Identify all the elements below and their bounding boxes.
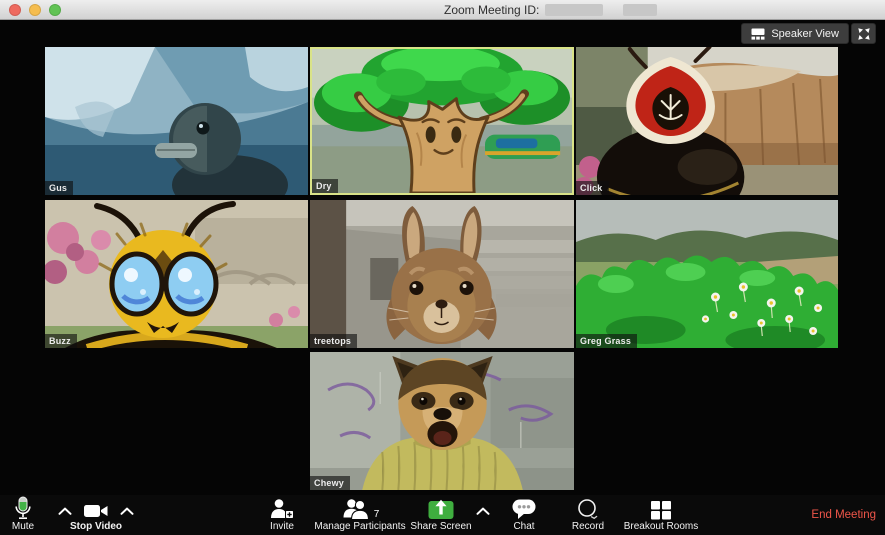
- breakout-rooms-button[interactable]: Breakout Rooms: [611, 498, 711, 532]
- end-meeting-label: End Meeting: [811, 509, 876, 521]
- chevron-up-icon: [476, 507, 490, 515]
- traffic-lights: [9, 4, 61, 16]
- breakout-rooms-icon: [651, 501, 671, 520]
- buzz-video-scene: [45, 200, 308, 348]
- breakout-rooms-label: Breakout Rooms: [623, 521, 699, 532]
- window-titlebar: Zoom Meeting ID:: [0, 0, 885, 20]
- participant-name: Gus: [45, 181, 74, 195]
- window-title-text: Zoom Meeting ID:: [444, 2, 540, 17]
- close-window-button[interactable]: [9, 4, 21, 16]
- video-tile-gus[interactable]: Gus: [45, 47, 308, 195]
- manage-participants-button[interactable]: 7 Manage Participants: [300, 498, 420, 532]
- zoom-meeting-window: Zoom Meeting ID: Speaker View Gus Dry Cl…: [0, 0, 885, 535]
- record-circle-icon: [578, 499, 598, 520]
- video-tile-greg-grass[interactable]: Greg Grass: [576, 200, 838, 348]
- participants-icon: [343, 499, 369, 520]
- minimize-window-button[interactable]: [29, 4, 41, 16]
- participant-name: Dry: [312, 179, 338, 193]
- fullscreen-button[interactable]: [851, 23, 876, 44]
- speaker-view-icon: [751, 28, 765, 40]
- window-title: Zoom Meeting ID:: [444, 0, 658, 19]
- chat-label: Chat: [513, 521, 535, 532]
- speaker-view-button[interactable]: Speaker View: [741, 23, 849, 44]
- record-button[interactable]: Record: [560, 498, 616, 532]
- invite-person-icon: [271, 499, 294, 519]
- manage-participants-label: Manage Participants: [314, 521, 406, 532]
- chevron-up-icon: [120, 507, 134, 515]
- camera-icon: [84, 505, 108, 517]
- chat-button[interactable]: Chat: [500, 498, 548, 532]
- participant-name: Click: [576, 181, 609, 195]
- treetops-video-scene: [310, 200, 574, 348]
- video-tile-buzz[interactable]: Buzz: [45, 200, 308, 348]
- share-screen-icon: [428, 499, 454, 519]
- dry-video-scene: [312, 49, 572, 193]
- participant-name: Chewy: [310, 476, 351, 490]
- participant-name: Greg Grass: [576, 334, 638, 348]
- gus-video-scene: [45, 47, 308, 195]
- share-screen-label: Share Screen: [410, 521, 472, 532]
- meeting-id-redacted: [623, 3, 658, 16]
- end-meeting-button[interactable]: End Meeting: [811, 495, 876, 535]
- video-options-chevron[interactable]: [117, 504, 137, 518]
- invite-label: Invite: [270, 521, 294, 532]
- participant-name: Buzz: [45, 334, 77, 348]
- share-screen-button[interactable]: Share Screen: [407, 498, 475, 532]
- participant-name: treetops: [310, 334, 358, 348]
- click-video-scene: [576, 47, 838, 195]
- stop-video-label: Stop Video: [69, 521, 123, 532]
- meeting-id-redacted: [545, 3, 604, 16]
- mute-label: Mute: [11, 521, 35, 532]
- speaker-view-label: Speaker View: [771, 27, 839, 40]
- chewy-video-scene: [310, 352, 574, 490]
- mute-button[interactable]: Mute: [3, 496, 43, 532]
- invite-button[interactable]: Invite: [258, 498, 306, 532]
- video-tile-treetops[interactable]: treetops: [310, 200, 574, 348]
- video-tile-click[interactable]: Click: [576, 47, 838, 195]
- record-label: Record: [571, 521, 605, 532]
- chat-bubble-icon: [512, 499, 536, 519]
- share-options-chevron[interactable]: [473, 504, 493, 518]
- participants-count-badge: 7: [373, 509, 380, 520]
- video-tile-dry[interactable]: Dry: [310, 47, 574, 195]
- meeting-stage: Speaker View Gus Dry Click Buzz treetops…: [0, 19, 885, 535]
- video-tile-chewy[interactable]: Chewy: [310, 352, 574, 490]
- meeting-toolbar: Mute Stop Video Invite 7 Manage Particip…: [0, 495, 885, 535]
- zoom-window-button[interactable]: [49, 4, 61, 16]
- greg-grass-video-scene: [576, 200, 838, 348]
- microphone-icon: [15, 496, 31, 520]
- fullscreen-icon: [857, 27, 870, 40]
